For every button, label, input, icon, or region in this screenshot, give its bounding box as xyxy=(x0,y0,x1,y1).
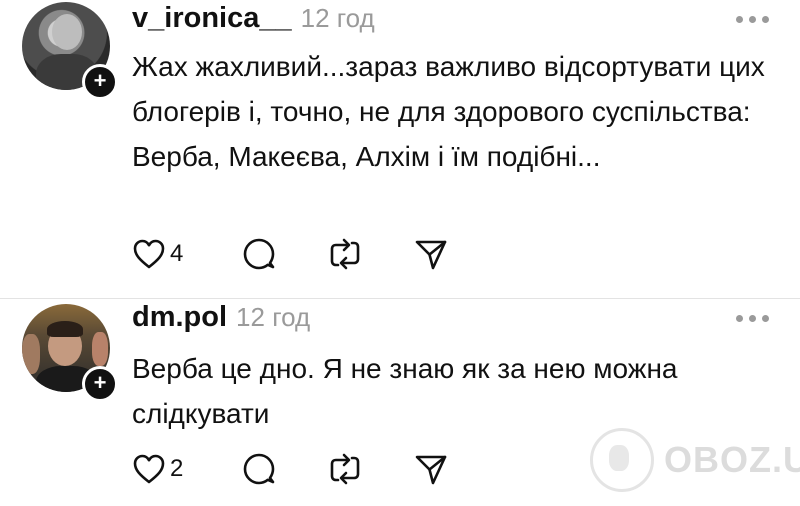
comment-header: dm.pol 12 год xyxy=(132,301,310,334)
avatar-container[interactable]: + xyxy=(22,304,118,402)
like-button[interactable]: 4 xyxy=(132,236,183,272)
share-icon xyxy=(415,455,447,485)
comment-header: v_ironica__ 12 год xyxy=(132,2,375,35)
comment-button[interactable] xyxy=(242,451,276,487)
share-button[interactable] xyxy=(414,236,448,272)
avatar-hair xyxy=(47,321,83,337)
more-icon[interactable] xyxy=(736,315,770,323)
comment-button[interactable] xyxy=(242,236,276,272)
comment-icon xyxy=(243,238,275,270)
heart-icon xyxy=(133,454,165,484)
repost-button[interactable] xyxy=(328,236,362,272)
action-bar: 4 xyxy=(132,236,472,272)
comment-text: Верба це дно. Я не знаю як за нею можна … xyxy=(132,353,678,429)
username[interactable]: v_ironica__ xyxy=(132,2,292,35)
avatar-face xyxy=(52,14,82,50)
username[interactable]: dm.pol xyxy=(132,301,227,334)
comment-icon xyxy=(243,453,275,485)
share-icon xyxy=(415,240,447,270)
avatar-background-person xyxy=(22,334,40,374)
repost-button[interactable] xyxy=(328,451,362,487)
timestamp: 12 год xyxy=(300,3,375,33)
avatar-background-person xyxy=(92,332,108,366)
repost-icon xyxy=(330,238,360,270)
timestamp: 12 год xyxy=(236,302,311,332)
like-count: 4 xyxy=(170,240,184,267)
watermark-logo-icon xyxy=(590,428,654,492)
heart-icon xyxy=(133,239,165,269)
like-button[interactable]: 2 xyxy=(132,451,183,487)
repost-icon xyxy=(330,453,360,485)
action-bar: 2 xyxy=(132,451,472,487)
avatar-container[interactable]: + xyxy=(22,2,118,100)
follow-button[interactable]: + xyxy=(82,366,118,402)
watermark: OBOZ.UA xyxy=(590,428,800,492)
watermark-text: OBOZ.UA xyxy=(664,439,800,480)
more-icon[interactable] xyxy=(736,16,770,24)
follow-button[interactable]: + xyxy=(82,64,118,100)
like-count: 2 xyxy=(170,455,184,482)
share-button[interactable] xyxy=(414,451,448,487)
comment-text: Жах жахливий...зараз важливо відсортуват… xyxy=(132,51,765,172)
comment-post: + v_ironica__ 12 год Жах жахливий...зара… xyxy=(0,0,800,298)
